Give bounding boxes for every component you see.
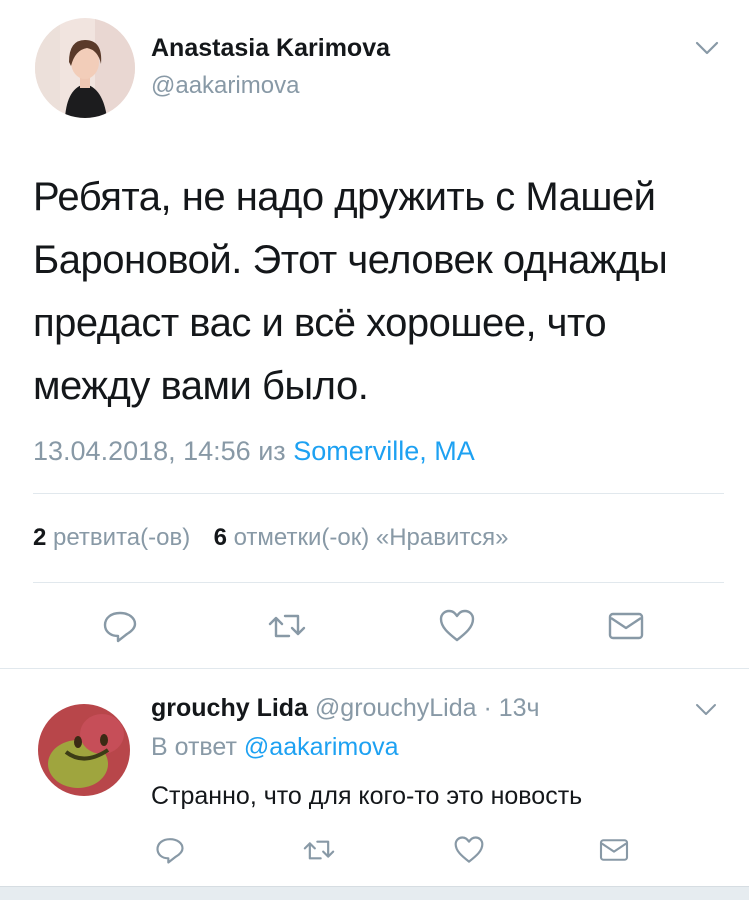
tweet-text-line: Ребята, не надо дружить с Машей	[33, 175, 656, 219]
avatar[interactable]	[32, 694, 136, 798]
bottom-bar	[0, 886, 749, 900]
like-button[interactable]	[451, 832, 487, 868]
divider	[33, 493, 724, 494]
reply-header: grouchy Lida @grouchyLida · 13ч	[151, 694, 540, 723]
chevron-down-icon[interactable]	[693, 36, 721, 60]
tweet-text-line: между вами было.	[33, 364, 369, 408]
message-button[interactable]	[606, 606, 646, 646]
divider	[33, 582, 724, 583]
avatar[interactable]	[35, 18, 135, 118]
tweet-text-line: Бароновой. Этот человек однажды	[33, 238, 668, 282]
author-handle[interactable]: @aakarimova	[151, 72, 299, 100]
timestamp[interactable]: 13.04.2018, 14:56	[33, 436, 251, 466]
retweets-stat[interactable]: 2 ретвита(-ов)	[33, 524, 197, 551]
likes-count: 6	[213, 524, 227, 551]
tweet-meta: 13.04.2018, 14:56 из Somerville, MA	[33, 436, 475, 467]
author-name[interactable]: grouchy Lida	[151, 694, 308, 722]
reply-to-handle[interactable]: @aakarimova	[244, 733, 399, 761]
envelope-icon	[608, 612, 644, 640]
retweets-label: ретвита(-ов)	[53, 524, 191, 551]
divider	[0, 668, 749, 669]
heart-icon	[454, 836, 484, 863]
retweet-icon	[303, 840, 335, 860]
like-button[interactable]	[437, 606, 477, 646]
reply-icon	[103, 611, 137, 643]
retweets-count: 2	[33, 524, 47, 551]
envelope-icon	[599, 839, 629, 861]
reply-text: Странно, что для кого-то это новость	[151, 782, 583, 810]
message-button[interactable]	[596, 832, 632, 868]
retweet-icon	[268, 614, 306, 638]
reply-button[interactable]	[100, 606, 140, 646]
tweet-stats: 2 ретвита(-ов) 6 отметки(-ок) «Нравится»	[33, 524, 508, 552]
reply-icon	[156, 838, 184, 864]
chevron-down-icon[interactable]	[693, 698, 719, 720]
retweet-button[interactable]	[301, 832, 337, 868]
heart-icon	[439, 609, 475, 642]
reply-age[interactable]: 13ч	[499, 694, 540, 722]
likes-label: отметки(-ок) «Нравится»	[233, 524, 509, 551]
reply-to: В ответ @aakarimova	[151, 733, 399, 762]
separator: ·	[483, 694, 492, 722]
reply-to-label: В ответ	[151, 733, 237, 761]
retweet-button[interactable]	[267, 606, 307, 646]
tweet-text-line: предаст вас и всё хорошее, что	[33, 301, 607, 345]
likes-stat[interactable]: 6 отметки(-ок) «Нравится»	[214, 524, 509, 551]
via-label: из	[258, 436, 286, 466]
author-name[interactable]: Anastasia Karimova	[151, 34, 390, 63]
reply-button[interactable]	[152, 832, 188, 868]
location-link[interactable]: Somerville, MA	[293, 436, 475, 466]
tweet-text: Ребята, не надо дружить с Машей Бароново…	[33, 166, 668, 418]
author-handle[interactable]: @grouchyLida	[315, 694, 477, 722]
